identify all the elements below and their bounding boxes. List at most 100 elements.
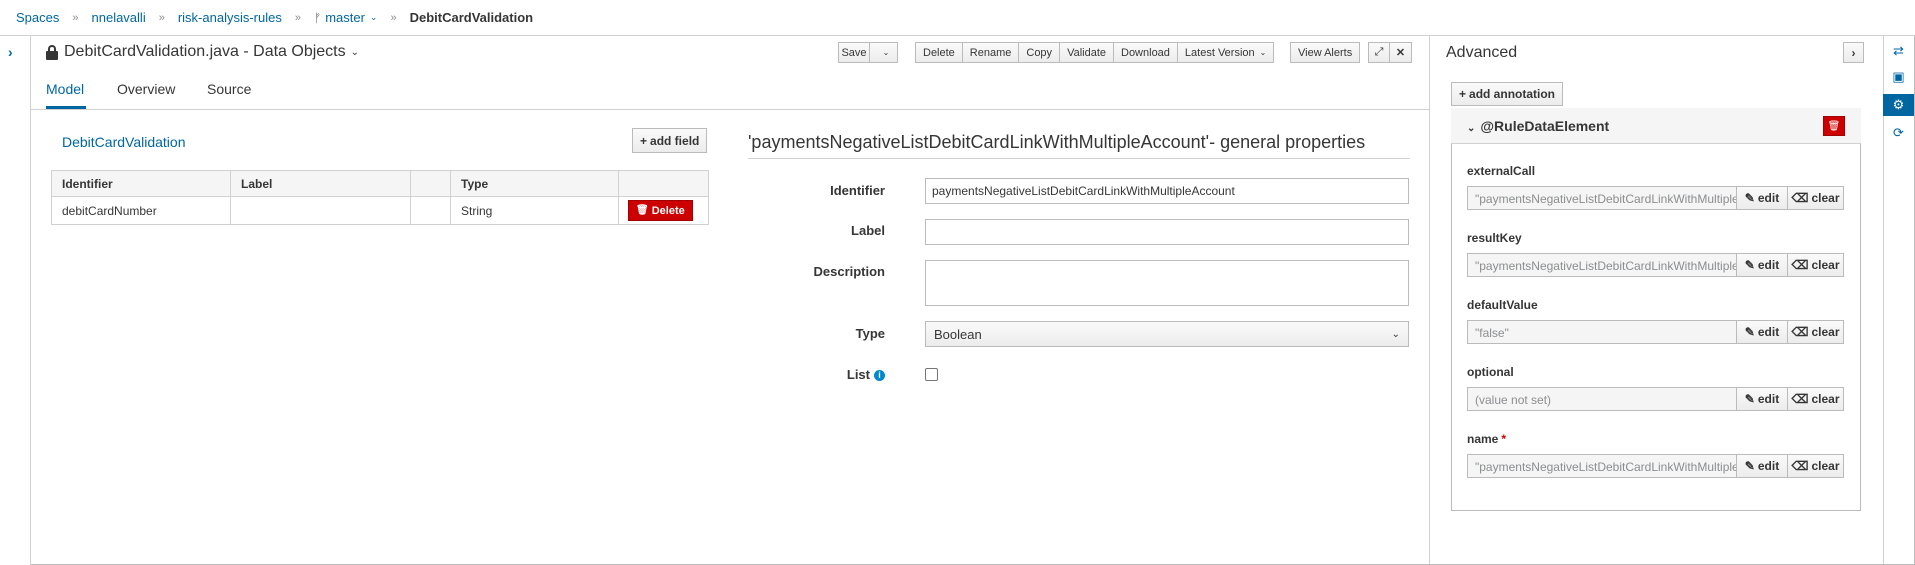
attribute-name-text: name (1467, 432, 1499, 446)
column-header-identifier[interactable]: Identifier (51, 170, 231, 197)
clear-button[interactable]: ⌫ clear (1787, 454, 1844, 478)
edit-button[interactable]: ✎ edit (1736, 387, 1788, 411)
delete-annotation-trash-icon[interactable]: 🗑 (1823, 116, 1845, 136)
pencil-icon: ✎ (1744, 325, 1755, 339)
window-controls: ⤢ ✕ (1368, 42, 1412, 63)
close-icon[interactable]: ✕ (1390, 42, 1412, 63)
table-row[interactable]: debitCardNumber String 🗑 Delete (51, 196, 709, 225)
chevron-down-icon: ⌄ (1467, 123, 1476, 134)
description-textarea[interactable] (925, 260, 1409, 306)
eraser-icon: ⌫ (1791, 392, 1809, 406)
pencil-icon: ✎ (1744, 258, 1755, 272)
rename-button[interactable]: Rename (962, 42, 1020, 63)
advanced-panel-title: Advanced (1446, 44, 1518, 61)
active-tab-indicator (46, 106, 86, 109)
list-label: List (846, 367, 870, 382)
edit-button[interactable]: ✎ edit (1736, 253, 1788, 277)
view-alerts-button[interactable]: View Alerts (1290, 42, 1361, 63)
copy-button[interactable]: Copy (1019, 42, 1061, 63)
expand-chevron-icon[interactable]: › (8, 44, 13, 60)
label-field[interactable] (925, 219, 1409, 245)
branch-icon: ᚠ (313, 10, 322, 25)
attribute-value-name: "paymentsNegativeListDebitCardLinkWithMu… (1467, 454, 1737, 478)
add-field-label: add field (650, 133, 700, 148)
attribute-label-defaultValue: defaultValue (1467, 298, 1538, 312)
attribute-value-defaultValue: "false" (1467, 320, 1737, 344)
chevron-down-icon: ⌄ (369, 12, 378, 22)
latest-version-label: Latest Version (1184, 46, 1255, 59)
delete-field-label: Delete (651, 204, 685, 217)
save-button[interactable]: Save (838, 42, 870, 63)
required-marker: * (1501, 432, 1507, 446)
clear-button[interactable]: ⌫ clear (1787, 387, 1844, 411)
validate-button[interactable]: Validate (1060, 42, 1114, 63)
latest-version-button[interactable]: Latest Version ⌄ (1177, 42, 1275, 63)
edit-label: edit (1757, 191, 1780, 205)
identifier-field[interactable]: paymentsNegativeListDebitCardLinkWithMul… (925, 178, 1409, 204)
breadcrumb-branch[interactable]: ᚠ master ⌄ (314, 10, 377, 25)
shuffle-icon[interactable]: ⇄ (1883, 40, 1914, 62)
column-header-blank (410, 170, 451, 197)
field-extra (410, 196, 451, 225)
editor-title[interactable]: DebitCardValidation.java - Data Objects … (46, 43, 359, 61)
collapse-panel-chevron-icon[interactable]: › (1843, 42, 1864, 63)
branch-label: master (325, 10, 365, 25)
clear-label: clear (1811, 325, 1840, 339)
attribute-label-optional: optional (1467, 365, 1514, 379)
tab-source[interactable]: Source (207, 81, 251, 97)
breadcrumb-project[interactable]: risk-analysis-rules (178, 10, 282, 25)
identifier-label: Identifier (830, 183, 885, 198)
refresh-icon[interactable]: ⟳ (1883, 122, 1914, 144)
edit-button[interactable]: ✎ edit (1736, 454, 1788, 478)
info-icon[interactable]: i (874, 370, 885, 381)
breadcrumb-space-nnelavalli[interactable]: nnelavalli (92, 10, 146, 25)
chevron-down-icon: ⌄ (1259, 48, 1267, 57)
column-header-type[interactable]: Type (450, 170, 619, 197)
clear-label: clear (1811, 459, 1840, 473)
pencil-icon: ✎ (1744, 459, 1755, 473)
delete-button[interactable]: Delete (915, 42, 963, 63)
editor-tabs: Model Overview Source (31, 71, 1430, 110)
clear-label: clear (1811, 258, 1840, 272)
edit-label: edit (1757, 392, 1780, 406)
eraser-icon: ⌫ (1791, 459, 1809, 473)
clear-button[interactable]: ⌫ clear (1787, 186, 1844, 210)
breadcrumb-spaces[interactable]: Spaces (16, 10, 59, 25)
type-select[interactable]: Boolean ⌄ (925, 321, 1409, 347)
field-identifier[interactable]: debitCardNumber (51, 196, 231, 225)
delete-field-button[interactable]: 🗑 Delete (628, 200, 693, 221)
attribute-label-externalCall: externalCall (1467, 164, 1536, 178)
save-button-group: Save ⌄ (838, 42, 898, 63)
edit-button[interactable]: ✎ edit (1736, 186, 1788, 210)
eraser-icon: ⌫ (1791, 258, 1809, 272)
field-label (230, 196, 411, 225)
maximize-icon[interactable]: ⤢ (1368, 42, 1390, 63)
clear-label: clear (1811, 191, 1840, 205)
field-actions: 🗑 Delete (618, 196, 709, 225)
add-annotation-button[interactable]: + add annotation (1451, 82, 1564, 106)
annotation-title[interactable]: ⌄ @RuleDataElement (1467, 118, 1609, 134)
save-dropdown-button[interactable]: ⌄ (870, 42, 898, 63)
pencil-icon: ✎ (1744, 392, 1755, 406)
properties-divider (748, 158, 1410, 159)
properties-title: 'paymentsNegativeListDebitCardLinkWithMu… (748, 132, 1366, 152)
briefcase-icon[interactable]: ▣ (1883, 66, 1914, 88)
lock-icon (46, 44, 58, 60)
data-object-name[interactable]: DebitCardValidation (62, 134, 185, 150)
type-select-value: Boolean (934, 326, 982, 342)
add-field-button[interactable]: + add field (632, 128, 708, 153)
editor-title-text: DebitCardValidation.java - Data Objects (64, 43, 346, 60)
download-button[interactable]: Download (1114, 42, 1178, 63)
tab-overview[interactable]: Overview (117, 81, 175, 97)
breadcrumb-separator: » (294, 11, 301, 24)
clear-button[interactable]: ⌫ clear (1787, 253, 1844, 277)
edit-label: edit (1757, 325, 1780, 339)
column-header-label[interactable]: Label (230, 170, 411, 197)
clear-button[interactable]: ⌫ clear (1787, 320, 1844, 344)
label-label: Label (851, 223, 885, 238)
list-checkbox[interactable] (925, 368, 938, 381)
plus-icon: + (640, 133, 648, 148)
tab-model[interactable]: Model (46, 81, 84, 97)
edit-button[interactable]: ✎ edit (1736, 320, 1788, 344)
gear-icon[interactable]: ⚙ (1883, 94, 1914, 116)
